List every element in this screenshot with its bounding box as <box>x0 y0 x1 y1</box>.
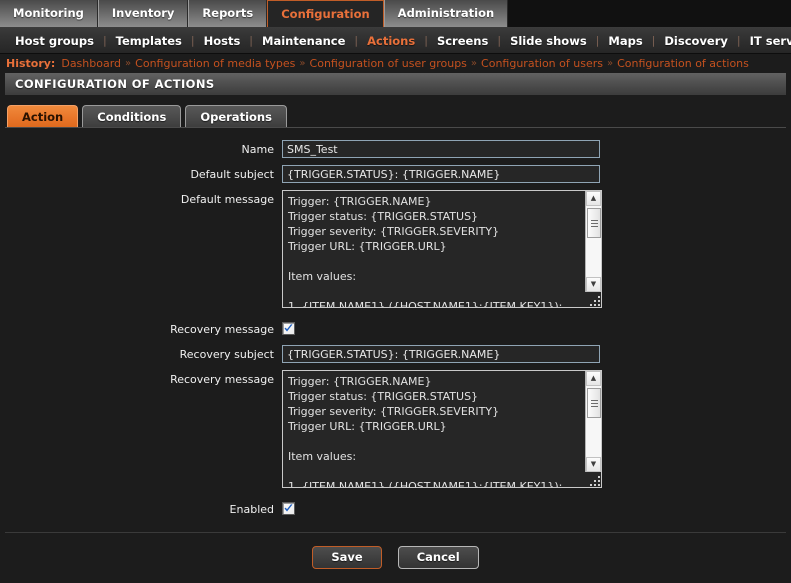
recovery-message-resize-grip-icon[interactable] <box>587 473 601 487</box>
subnav-separator: | <box>354 34 359 47</box>
default-message-textarea[interactable]: Trigger: {TRIGGER.NAME} Trigger status: … <box>282 190 602 308</box>
topnav-item-inventory[interactable]: Inventory <box>97 0 189 27</box>
subnav-item-discovery[interactable]: Discovery <box>655 34 737 48</box>
save-button[interactable]: Save <box>312 546 382 569</box>
enabled-checkbox[interactable] <box>282 502 295 515</box>
scrollbar-thumb[interactable] <box>587 388 601 418</box>
page-title: CONFIGURATION OF ACTIONS <box>5 73 786 95</box>
scroll-down-glyph: ▼ <box>590 280 597 288</box>
subnav-separator: | <box>102 34 107 47</box>
topnav-item-administration[interactable]: Administration <box>383 0 509 27</box>
subnav-item-maps[interactable]: Maps <box>599 34 651 48</box>
subnav-item-it-services[interactable]: IT services <box>741 34 791 48</box>
default-subject-input[interactable] <box>282 165 600 183</box>
subnav-separator: | <box>424 34 428 47</box>
scroll-down-arrow-icon[interactable]: ▼ <box>586 457 601 472</box>
subnav-separator: | <box>595 34 600 47</box>
cancel-button[interactable]: Cancel <box>397 546 479 569</box>
subnav-item-actions[interactable]: Actions <box>358 34 424 48</box>
subnav-separator: | <box>190 34 195 47</box>
name-input[interactable] <box>282 140 600 158</box>
form-tabs: Action Conditions Operations <box>0 103 791 127</box>
history-link-media-types[interactable]: Configuration of media types <box>135 57 295 70</box>
history-arrow-icon: » <box>125 57 132 69</box>
main-navigation-bar: Monitoring Inventory Reports Configurati… <box>0 0 791 28</box>
recovery-message-checkbox[interactable] <box>282 322 295 335</box>
recovery-subject-input[interactable] <box>282 345 600 363</box>
history-arrow-icon: » <box>606 57 614 69</box>
scrollbar-grip-icon <box>590 398 598 409</box>
default-subject-label: Default subject <box>190 168 274 181</box>
default-message-resize-grip-icon[interactable] <box>587 293 601 307</box>
scroll-up-glyph: ▲ <box>590 374 597 382</box>
recovery-message-label: Recovery message <box>170 373 274 386</box>
scroll-down-arrow-icon[interactable]: ▼ <box>586 277 601 292</box>
history-link-dashboard[interactable]: Dashboard <box>61 57 121 70</box>
recovery-message-scrollbar[interactable]: ▲ ▼ <box>585 371 601 472</box>
history-link-users[interactable]: Configuration of users <box>481 57 603 70</box>
default-message-container: Trigger: {TRIGGER.NAME} Trigger status: … <box>282 190 602 308</box>
topnav-item-monitoring[interactable]: Monitoring <box>0 0 98 27</box>
history-arrow-icon: » <box>299 57 306 69</box>
subnav-item-templates[interactable]: Templates <box>107 34 191 48</box>
tab-action[interactable]: Action <box>7 105 79 127</box>
section-navigation-bar: Host groups | Templates | Hosts | Mainte… <box>0 28 791 54</box>
subnav-separator: | <box>249 34 254 47</box>
scroll-down-glyph: ▼ <box>590 460 597 468</box>
form-row-name: Name <box>0 140 791 158</box>
history-breadcrumb: History: Dashboard » Configuration of me… <box>0 54 791 72</box>
scrollbar-thumb[interactable] <box>587 208 601 238</box>
subnav-item-screens[interactable]: Screens <box>428 34 497 48</box>
topnav-item-reports[interactable]: Reports <box>188 0 268 27</box>
subnav-item-host-groups[interactable]: Host groups <box>6 34 103 48</box>
subnav-separator: | <box>736 34 741 47</box>
form-row-recovery-toggle: Recovery message <box>0 320 791 338</box>
default-message-scrollbar[interactable]: ▲ ▼ <box>585 191 601 292</box>
scroll-up-glyph: ▲ <box>590 194 597 202</box>
tab-operations[interactable]: Operations <box>185 105 287 127</box>
scroll-up-arrow-icon[interactable]: ▲ <box>586 191 601 206</box>
history-label: History: <box>6 56 56 70</box>
subnav-separator: | <box>651 34 656 47</box>
form-footer: Save Cancel <box>0 533 791 569</box>
form-row-enabled: Enabled <box>0 500 791 518</box>
recovery-message-container: Trigger: {TRIGGER.NAME} Trigger status: … <box>282 370 602 488</box>
recovery-message-toggle-label: Recovery message <box>170 323 274 336</box>
enabled-label: Enabled <box>229 503 274 516</box>
recovery-subject-label: Recovery subject <box>179 348 274 361</box>
tab-conditions[interactable]: Conditions <box>82 105 182 127</box>
subnav-item-hosts[interactable]: Hosts <box>195 34 250 48</box>
scrollbar-grip-icon <box>590 218 598 229</box>
form-row-default-subject: Default subject <box>0 165 791 183</box>
history-arrow-icon: » <box>470 57 478 69</box>
form-row-default-message: Default message Trigger: {TRIGGER.NAME} … <box>0 190 791 308</box>
history-link-user-groups[interactable]: Configuration of user groups <box>310 57 467 70</box>
recovery-message-textarea[interactable]: Trigger: {TRIGGER.NAME} Trigger status: … <box>282 370 602 488</box>
subnav-separator: | <box>497 34 502 47</box>
scroll-up-arrow-icon[interactable]: ▲ <box>586 371 601 386</box>
default-message-label: Default message <box>180 193 274 206</box>
action-form: Name Default subject Default message Tri… <box>0 128 791 518</box>
subnav-item-slide-shows[interactable]: Slide shows <box>501 34 596 48</box>
topnav-item-configuration[interactable]: Configuration <box>267 0 384 27</box>
form-row-recovery-subject: Recovery subject <box>0 345 791 363</box>
form-row-recovery-message: Recovery message Trigger: {TRIGGER.NAME}… <box>0 370 791 488</box>
subnav-item-maintenance[interactable]: Maintenance <box>253 34 354 48</box>
history-link-actions[interactable]: Configuration of actions <box>617 57 749 70</box>
name-label: Name <box>241 143 274 156</box>
